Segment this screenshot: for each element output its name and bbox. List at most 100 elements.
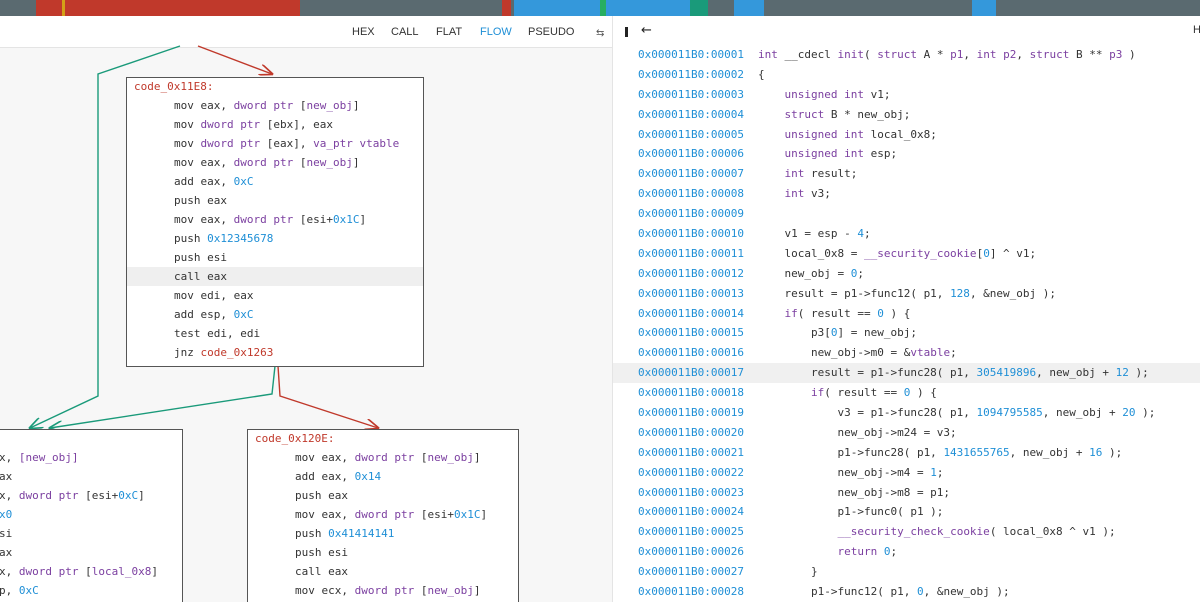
line-address[interactable]: 0x000011B0:00002 xyxy=(638,65,744,85)
instruction-line[interactable]: mov dword ptr [ebx], eax xyxy=(127,115,423,134)
line-address[interactable]: 0x000011B0:00020 xyxy=(638,423,744,443)
navigation-band[interactable] xyxy=(0,0,1200,16)
code-line[interactable]: 0x000011B0:00003 unsigned int v1; xyxy=(613,85,1200,105)
line-address[interactable]: 0x000011B0:00010 xyxy=(638,224,744,244)
line-address[interactable]: 0x000011B0:00001 xyxy=(638,45,744,65)
line-address[interactable]: 0x000011B0:00017 xyxy=(638,363,744,383)
code-line[interactable]: 0x000011B0:00014 if( result == 0 ) { xyxy=(613,304,1200,324)
code-line[interactable]: 0x000011B0:00010 v1 = esp - 4; xyxy=(613,224,1200,244)
code-line[interactable]: 0x000011B0:00011 local_0x8 = __security_… xyxy=(613,244,1200,264)
code-line[interactable]: 0x000011B0:00005 unsigned int local_0x8; xyxy=(613,125,1200,145)
nav-segment[interactable] xyxy=(690,0,708,16)
line-address[interactable]: 0x000011B0:00016 xyxy=(638,343,744,363)
line-address[interactable]: 0x000011B0:00026 xyxy=(638,542,744,562)
pseudocode-listing[interactable]: 0x000011B0:00001 int __cdecl init( struct… xyxy=(613,45,1200,602)
code-line[interactable]: 0x000011B0:00019 v3 = p1->func28( p1, 10… xyxy=(613,403,1200,423)
line-address[interactable]: 0x000011B0:00011 xyxy=(638,244,744,264)
code-line[interactable]: 0x000011B0:00015 p3[0] = new_obj; xyxy=(613,323,1200,343)
line-address[interactable]: 0x000011B0:00008 xyxy=(638,184,744,204)
line-address[interactable]: 0x000011B0:00007 xyxy=(638,164,744,184)
instruction-line[interactable]: push eax xyxy=(248,486,518,505)
code-line[interactable]: 0x000011B0:00028 p1->func12( p1, 0, &new… xyxy=(613,582,1200,602)
code-line[interactable]: 0x000011B0:00022 new_obj->m4 = 1; xyxy=(613,463,1200,483)
instruction-line[interactable]: call eax xyxy=(248,562,518,581)
code-line[interactable]: 0x000011B0:00023 new_obj->m8 = p1; xyxy=(613,483,1200,503)
line-address[interactable]: 0x000011B0:00028 xyxy=(638,582,744,602)
code-line[interactable]: 0x000011B0:00009 xyxy=(613,204,1200,224)
instruction-line[interactable]: mov eax, dword ptr [new_obj] xyxy=(127,96,423,115)
code-line[interactable]: 0x000011B0:00026 return 0; xyxy=(613,542,1200,562)
nav-segment[interactable] xyxy=(734,0,765,16)
instruction-line[interactable]: mov dword ptr [eax], va_ptr vtable xyxy=(127,134,423,153)
instruction-line[interactable]: x, dword ptr [esi+0xC] xyxy=(0,486,182,505)
code-line[interactable]: 0x000011B0:00004 struct B * new_obj; xyxy=(613,105,1200,125)
code-line[interactable]: 0x000011B0:00020 new_obj->m24 = v3; xyxy=(613,423,1200,443)
line-address[interactable]: 0x000011B0:00024 xyxy=(638,502,744,522)
line-address[interactable]: 0x000011B0:00015 xyxy=(638,323,744,343)
line-address[interactable]: 0x000011B0:00012 xyxy=(638,264,744,284)
code-line[interactable]: 0x000011B0:00013 result = p1->func12( p1… xyxy=(613,284,1200,304)
code-line[interactable]: 0x000011B0:00007 int result; xyxy=(613,164,1200,184)
line-address[interactable]: 0x000011B0:00004 xyxy=(638,105,744,125)
instruction-line[interactable]: ax xyxy=(0,467,182,486)
code-line[interactable]: 0x000011B0:00012 new_obj = 0; xyxy=(613,264,1200,284)
back-arrow-icon[interactable]: ← xyxy=(641,23,652,38)
code-line[interactable]: 0x000011B0:00021 p1->func28( p1, 1431655… xyxy=(613,443,1200,463)
code-line[interactable]: 0x000011B0:00001 int __cdecl init( struct… xyxy=(613,45,1200,65)
pseudocode-panel[interactable]: ← H 0x000011B0:00001 int __cdecl init( st… xyxy=(612,16,1200,602)
pin-icon[interactable] xyxy=(625,27,628,37)
nav-segment[interactable] xyxy=(36,0,300,16)
line-address[interactable]: 0x000011B0:00003 xyxy=(638,85,744,105)
instruction-line[interactable]: p, 0xC xyxy=(0,581,182,600)
line-address[interactable]: 0x000011B0:00006 xyxy=(638,144,744,164)
instruction-line[interactable]: si xyxy=(0,524,182,543)
code-block-0x11e8[interactable]: code_0x11E8: mov eax, dword ptr [new_obj… xyxy=(126,77,424,367)
line-address[interactable]: 0x000011B0:00009 xyxy=(638,204,744,224)
instruction-line[interactable]: mov edi, eax xyxy=(127,286,423,305)
code-line[interactable]: 0x000011B0:00017 result = p1->func28( p1… xyxy=(613,363,1200,384)
code-block-left[interactable]: x, [new_obj] ax x, dword ptr [esi+0xC] x0 si… xyxy=(0,429,183,602)
nav-segment[interactable] xyxy=(501,0,512,16)
nav-segment[interactable] xyxy=(606,0,690,16)
nav-segment[interactable] xyxy=(972,0,996,16)
nav-segment[interactable] xyxy=(513,0,600,16)
instruction-line[interactable]: mov eax, dword ptr [new_obj] xyxy=(127,153,423,172)
instruction-line[interactable]: x0 xyxy=(0,505,182,524)
line-address[interactable]: 0x000011B0:00025 xyxy=(638,522,744,542)
line-address[interactable]: 0x000011B0:00013 xyxy=(638,284,744,304)
instruction-line[interactable]: mov eax, dword ptr [esi+0x1C] xyxy=(127,210,423,229)
instruction-line[interactable]: x, [new_obj] xyxy=(0,448,182,467)
flow-graph-panel[interactable]: HEX CALL FLAT FLOW PSEUDO ⇆ code_0x11E8:… xyxy=(0,16,612,602)
instruction-line[interactable]: x, dword ptr [local_0x8] xyxy=(0,562,182,581)
line-address[interactable]: 0x000011B0:00018 xyxy=(638,383,744,403)
instruction-line[interactable]: push 0x12345678 xyxy=(127,229,423,248)
code-line[interactable]: 0x000011B0:00025 __security_check_cookie… xyxy=(613,522,1200,542)
instruction-line[interactable]: push esi xyxy=(127,248,423,267)
instruction-line[interactable]: add esp, 0xC xyxy=(127,305,423,324)
line-address[interactable]: 0x000011B0:00014 xyxy=(638,304,744,324)
nav-segment[interactable] xyxy=(62,0,65,16)
code-line[interactable]: 0x000011B0:00018 if( result == 0 ) { xyxy=(613,383,1200,403)
help-label[interactable]: H xyxy=(1193,24,1200,36)
code-line[interactable]: 0x000011B0:00016 new_obj->m0 = &vtable; xyxy=(613,343,1200,363)
instruction-line[interactable]: test edi, edi xyxy=(127,324,423,343)
line-address[interactable]: 0x000011B0:00027 xyxy=(638,562,744,582)
line-address[interactable]: 0x000011B0:00021 xyxy=(638,443,744,463)
instruction-line[interactable]: ax xyxy=(0,543,182,562)
line-address[interactable]: 0x000011B0:00019 xyxy=(638,403,744,423)
line-address[interactable]: 0x000011B0:00023 xyxy=(638,483,744,503)
line-address[interactable]: 0x000011B0:00022 xyxy=(638,463,744,483)
code-line[interactable]: 0x000011B0:00008 int v3; xyxy=(613,184,1200,204)
code-line[interactable]: 0x000011B0:00027 } xyxy=(613,562,1200,582)
code-block-0x120e[interactable]: code_0x120E: mov eax, dword ptr [new_obj… xyxy=(247,429,519,602)
code-line[interactable]: 0x000011B0:00024 p1->func0( p1 ); xyxy=(613,502,1200,522)
instruction-line[interactable]: mov ecx, dword ptr [new_obj] xyxy=(248,581,518,600)
instruction-line[interactable]: push 0x41414141 xyxy=(248,524,518,543)
code-line[interactable]: 0x000011B0:00002 { xyxy=(613,65,1200,85)
instruction-line[interactable]: push eax xyxy=(127,191,423,210)
instruction-line[interactable]: jnz code_0x1263 xyxy=(127,343,423,362)
instruction-line[interactable]: push esi xyxy=(248,543,518,562)
line-address[interactable]: 0x000011B0:00005 xyxy=(638,125,744,145)
instruction-line[interactable]: call eax xyxy=(127,267,423,286)
instruction-line[interactable]: mov eax, dword ptr [new_obj] xyxy=(248,448,518,467)
